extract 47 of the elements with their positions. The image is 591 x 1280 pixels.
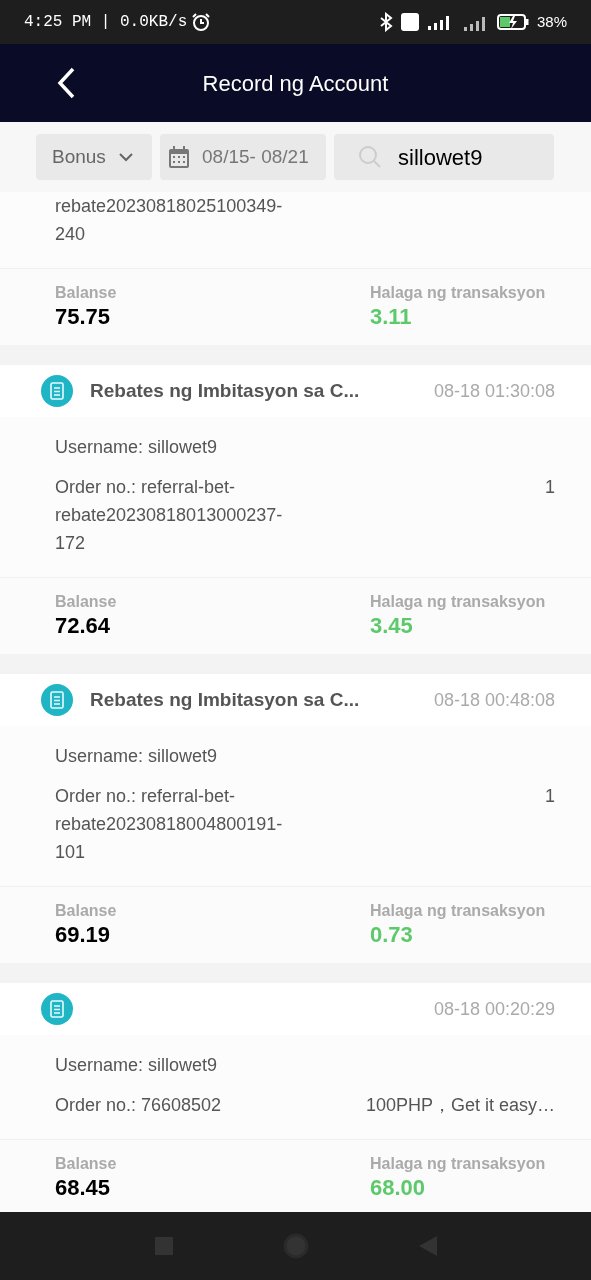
order-note: 1 [545,476,555,499]
balance-label: Balanse [55,283,117,303]
date-range-picker[interactable]: 08/15- 08/21 [160,134,326,180]
balance-label: Balanse [55,901,117,921]
amount-value: 3.11 [370,303,412,331]
amount-value: 0.73 [370,921,413,949]
receipt-icon [40,992,74,1026]
balance-value: 69.19 [55,921,111,949]
search-icon [358,145,382,169]
username-text: Username: sillowet9 [55,745,218,768]
page-title: Record ng Account [202,69,389,98]
status-time: 4:25 PM | 0.0KB/s [24,12,188,33]
amount-label: Halaga ng transaksyon [370,1154,546,1174]
type-dropdown[interactable]: Bonus [36,134,152,180]
amount-label: Halaga ng transaksyon [370,592,546,612]
order-number: rebate20230818025100349-240 [55,195,284,246]
record-time: 08-18 01:30:08 [433,379,555,403]
amount-label: Halaga ng transaksyon [370,283,546,303]
record-time: 08-18 00:20:29 [433,997,555,1021]
order-number: Order no.: 76608502 [55,1094,223,1117]
amount-value: 68.00 [370,1174,426,1202]
calendar-icon [168,145,190,169]
balance-label: Balanse [55,592,117,612]
search-input[interactable]: sillowet9 [398,140,518,174]
order-number: Order no.: referral-bet-rebate20230818013000237-172 [55,476,284,555]
receipt-icon [40,683,74,717]
balance-value: 68.45 [55,1174,111,1202]
chevron-down-icon [117,152,134,162]
balance-label: Balanse [55,1154,117,1174]
balance-value: 72.64 [55,612,111,640]
record-title: Rebates ng Imbitasyon sa C... [90,378,360,403]
order-note: 1 [545,785,555,808]
search-field[interactable]: sillowet9 [334,134,554,180]
username-text: Username: sillowet9 [55,436,218,459]
order-number: Order no.: referral-bet-rebate20230818004800191-101 [55,785,284,864]
order-note: 100PHP，Get it easy… [365,1094,555,1117]
amount-value: 3.45 [370,612,413,640]
record-time: 08-18 00:48:08 [433,688,555,712]
username-text: Username: sillowet9 [55,1054,218,1077]
balance-value: 75.75 [55,303,111,331]
battery-percent: 38% [536,11,567,32]
battery-charging-icon [496,13,529,31]
receipt-icon [40,374,74,408]
record-title: Rebates ng Imbitasyon sa C... [90,687,360,712]
alarm-icon [191,12,212,32]
bluetooth-icon [378,12,393,32]
amount-label: Halaga ng transaksyon [370,901,546,921]
